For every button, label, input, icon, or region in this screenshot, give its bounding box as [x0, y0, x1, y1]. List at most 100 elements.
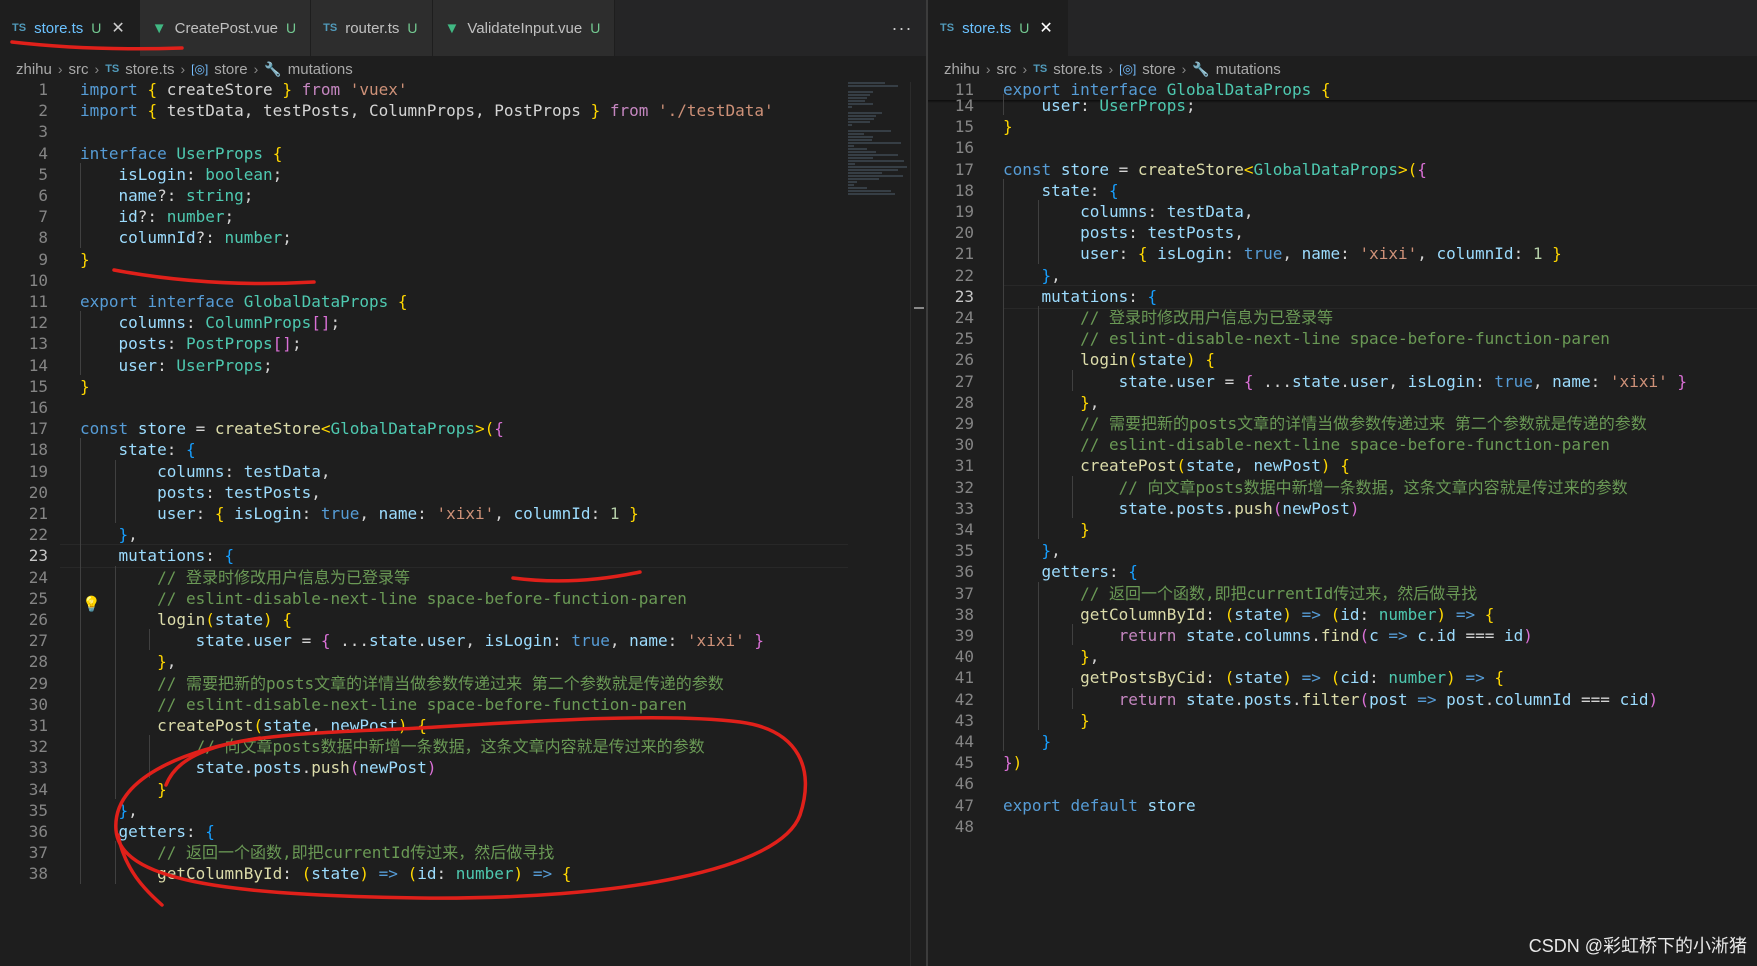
code-token: .	[1311, 626, 1321, 645]
code-token: {	[1137, 244, 1148, 264]
indent-guide	[1037, 306, 1039, 540]
code-token: cid	[1619, 689, 1649, 709]
code-token: }	[80, 376, 90, 396]
tab-router-ts[interactable]: TS router.ts U	[311, 0, 433, 56]
code-token: {	[1108, 180, 1119, 200]
breadcrumb-folder-zhihu[interactable]: zhihu	[16, 61, 52, 78]
minimap-line	[848, 193, 895, 195]
minimap-line	[848, 190, 892, 192]
code-token: )	[426, 758, 437, 778]
untracked-status-badge: U	[286, 20, 297, 36]
code-token: ,	[311, 482, 321, 502]
code-token: >	[475, 419, 485, 439]
code-token: :	[1205, 668, 1225, 688]
breadcrumb-symbol-mutations[interactable]: mutations	[288, 61, 353, 78]
minimap[interactable]	[848, 82, 910, 195]
tab-store-ts[interactable]: TS store.ts U ✕	[0, 0, 140, 56]
code-token: :	[205, 546, 225, 566]
close-icon[interactable]: ✕	[1039, 18, 1052, 38]
code-token: {	[1205, 350, 1215, 370]
code-token: (	[205, 610, 215, 629]
code-token: getColumnById	[157, 864, 283, 884]
breadcrumb-file[interactable]: store.ts	[1053, 61, 1102, 78]
code-token: c	[1369, 626, 1379, 645]
watermark: CSDN @彩虹桥下的小淅猪	[1528, 936, 1747, 956]
code-token: getters	[118, 822, 186, 841]
minimap-line	[848, 175, 903, 177]
right-code-editor[interactable]: 11 export interface GlobalDataProps {14 u…	[928, 80, 1757, 966]
untracked-status-badge: U	[590, 20, 601, 36]
code-token: state	[1186, 626, 1235, 645]
chevron-right-icon: ›	[1022, 61, 1028, 77]
code-token: name	[1552, 371, 1591, 391]
code-token: .	[1234, 689, 1244, 709]
code-line[interactable]: 38 getColumnById: (state) => (id: number…	[0, 862, 926, 886]
breadcrumb-symbol-store[interactable]: store	[214, 61, 247, 78]
code-token: ?:	[195, 228, 225, 248]
more-actions-icon[interactable]: ···	[878, 0, 926, 56]
code-token: state	[118, 440, 167, 460]
tab-store-ts[interactable]: TS store.ts U ✕	[928, 0, 1068, 56]
code-token: (	[1359, 626, 1370, 645]
code-token: true	[1243, 244, 1283, 264]
code-token: import	[80, 80, 138, 99]
code-token: number	[1378, 604, 1437, 624]
code-token: number	[1388, 668, 1447, 688]
tab-createpost-vue[interactable]: ▼ CreatePost.vue U	[139, 0, 312, 56]
minimap-line	[848, 172, 883, 174]
breadcrumb-folder-src[interactable]: src	[997, 61, 1017, 78]
code-token: id	[1436, 626, 1456, 645]
code-token: filter	[1301, 689, 1360, 709]
code-token: getColumnById	[1080, 604, 1206, 624]
code-token: ,	[1243, 202, 1254, 221]
breadcrumb-file[interactable]: store.ts	[125, 61, 174, 78]
code-token: isLogin	[484, 631, 553, 651]
minimap-line	[848, 160, 904, 162]
code-token: {	[205, 822, 215, 841]
code-token: from	[609, 101, 649, 121]
code-token: state	[1186, 456, 1235, 476]
code-token: :	[590, 504, 610, 523]
minimap-line	[848, 97, 867, 99]
breadcrumb-symbol-mutations[interactable]: mutations	[1216, 61, 1281, 78]
close-icon[interactable]: ✕	[111, 18, 124, 38]
code-token: state	[1137, 350, 1187, 370]
minimap-line	[848, 169, 898, 171]
code-token: (	[1176, 456, 1187, 476]
breadcrumb-folder-src[interactable]: src	[69, 61, 89, 78]
tab-validateinput-vue[interactable]: ▼ ValidateInput.vue U	[432, 0, 616, 56]
code-line[interactable]: 48	[928, 815, 1757, 839]
code-token: // eslint-disable-next-line space-before…	[1080, 435, 1610, 455]
breadcrumb-symbol-store[interactable]: store	[1142, 61, 1175, 78]
code-token: id	[118, 207, 138, 227]
code-token: :	[1089, 180, 1109, 200]
scrollbar-thumb[interactable]	[914, 307, 924, 309]
minimap-line	[848, 142, 901, 144]
lightbulb-icon[interactable]: 💡	[82, 595, 101, 613]
code-token: // 登录时修改用户信息为已登录等	[1080, 308, 1333, 327]
breadcrumb-folder-zhihu[interactable]: zhihu	[944, 61, 980, 78]
indent-guide	[1072, 624, 1073, 646]
code-token: // 返回一个函数,即把currentId传过来，然后做寻找	[1080, 583, 1478, 603]
code-token: GlobalDataProps	[1253, 159, 1399, 179]
left-code-editor[interactable]: 1 import { createStore } from 'vuex' 2 impo…	[0, 80, 926, 966]
code-token: (	[1272, 498, 1283, 518]
indent-guide	[1003, 178, 1004, 752]
vertical-scrollbar[interactable]	[910, 82, 924, 966]
